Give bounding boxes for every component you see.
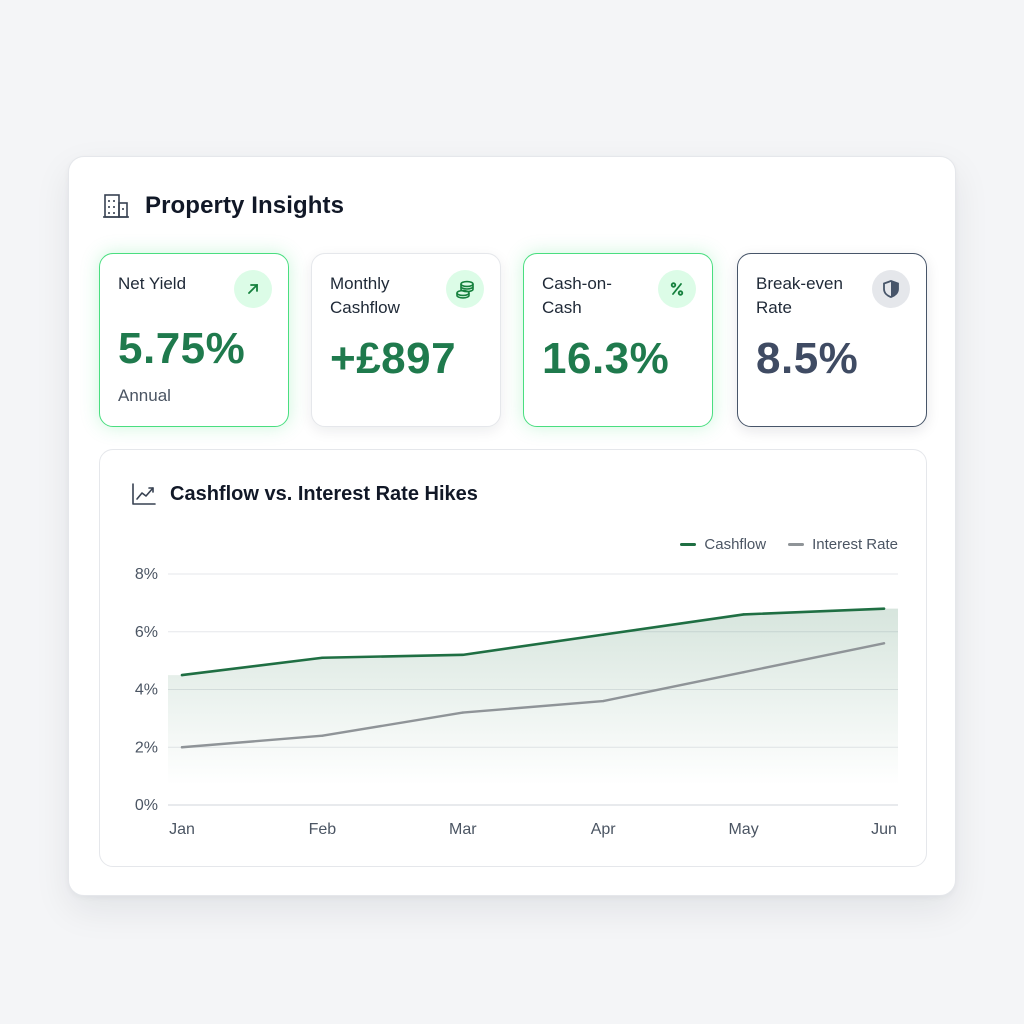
net-yield-card[interactable]: Net Yield 5.75% Annual — [99, 253, 289, 427]
interest-rate-point — [461, 711, 464, 714]
net-yield-sub: Annual — [118, 386, 171, 405]
monthly-cashflow-value: +£897 — [330, 334, 457, 383]
cashflow-area — [168, 608, 898, 785]
cashflow-point — [602, 633, 605, 636]
interest-rate-point — [180, 746, 184, 749]
panel-header: Property Insights — [101, 191, 344, 221]
line-chart: 0% 2% 4% 6% 8% Jan Feb Mar Apr May Jun — [135, 566, 898, 838]
property-insights-panel: Property Insights Net Yield 5.75% Annual… — [68, 156, 956, 896]
x-tick-label: Jan — [169, 821, 195, 838]
cash-on-cash-value: 16.3% — [542, 334, 670, 383]
y-tick-label: 6% — [135, 624, 158, 641]
x-tick-label: Jun — [871, 821, 897, 838]
break-even-rate-card[interactable]: Break-even Rate 8.5% — [737, 253, 927, 427]
percent-icon — [658, 270, 696, 308]
y-tick-label: 0% — [135, 797, 158, 814]
cashflow-point — [742, 613, 745, 616]
x-tick-label: Apr — [591, 821, 617, 838]
interest-rate-point — [882, 642, 886, 645]
monthly-cashflow-label: Monthly Cashflow — [330, 274, 400, 317]
cashflow-point — [321, 656, 324, 659]
cash-on-cash-label: Cash-on-Cash — [542, 274, 612, 317]
cash-on-cash-card[interactable]: Cash-on-Cash 16.3% — [523, 253, 713, 427]
interest-rate-point — [321, 734, 324, 737]
cashflow-point — [461, 653, 464, 657]
interest-rate-point — [602, 699, 605, 703]
cashflow-point — [180, 673, 184, 677]
net-yield-value: 5.75% — [118, 324, 246, 373]
y-tick-label: 2% — [135, 739, 158, 756]
break-even-rate-label: Break-even Rate — [756, 274, 843, 317]
chart-card: Cashflow vs. Interest Rate Hikes Cashflo… — [99, 449, 927, 867]
x-tick-label: Feb — [309, 821, 337, 838]
coins-icon — [446, 270, 484, 308]
x-tick-label: Mar — [449, 821, 477, 838]
building-icon — [103, 194, 129, 218]
y-tick-label: 4% — [135, 682, 158, 699]
x-tick-label: May — [728, 821, 758, 838]
shield-icon — [872, 270, 910, 308]
panel-title: Property Insights — [145, 192, 345, 219]
monthly-cashflow-card[interactable]: Monthly Cashflow +£897 — [311, 253, 501, 427]
net-yield-label: Net Yield — [118, 274, 187, 293]
y-tick-label: 8% — [135, 566, 158, 583]
arrow-up-right-icon — [234, 270, 272, 308]
cashflow-point — [882, 607, 886, 610]
interest-rate-point — [742, 670, 745, 674]
break-even-rate-value: 8.5% — [756, 334, 859, 383]
